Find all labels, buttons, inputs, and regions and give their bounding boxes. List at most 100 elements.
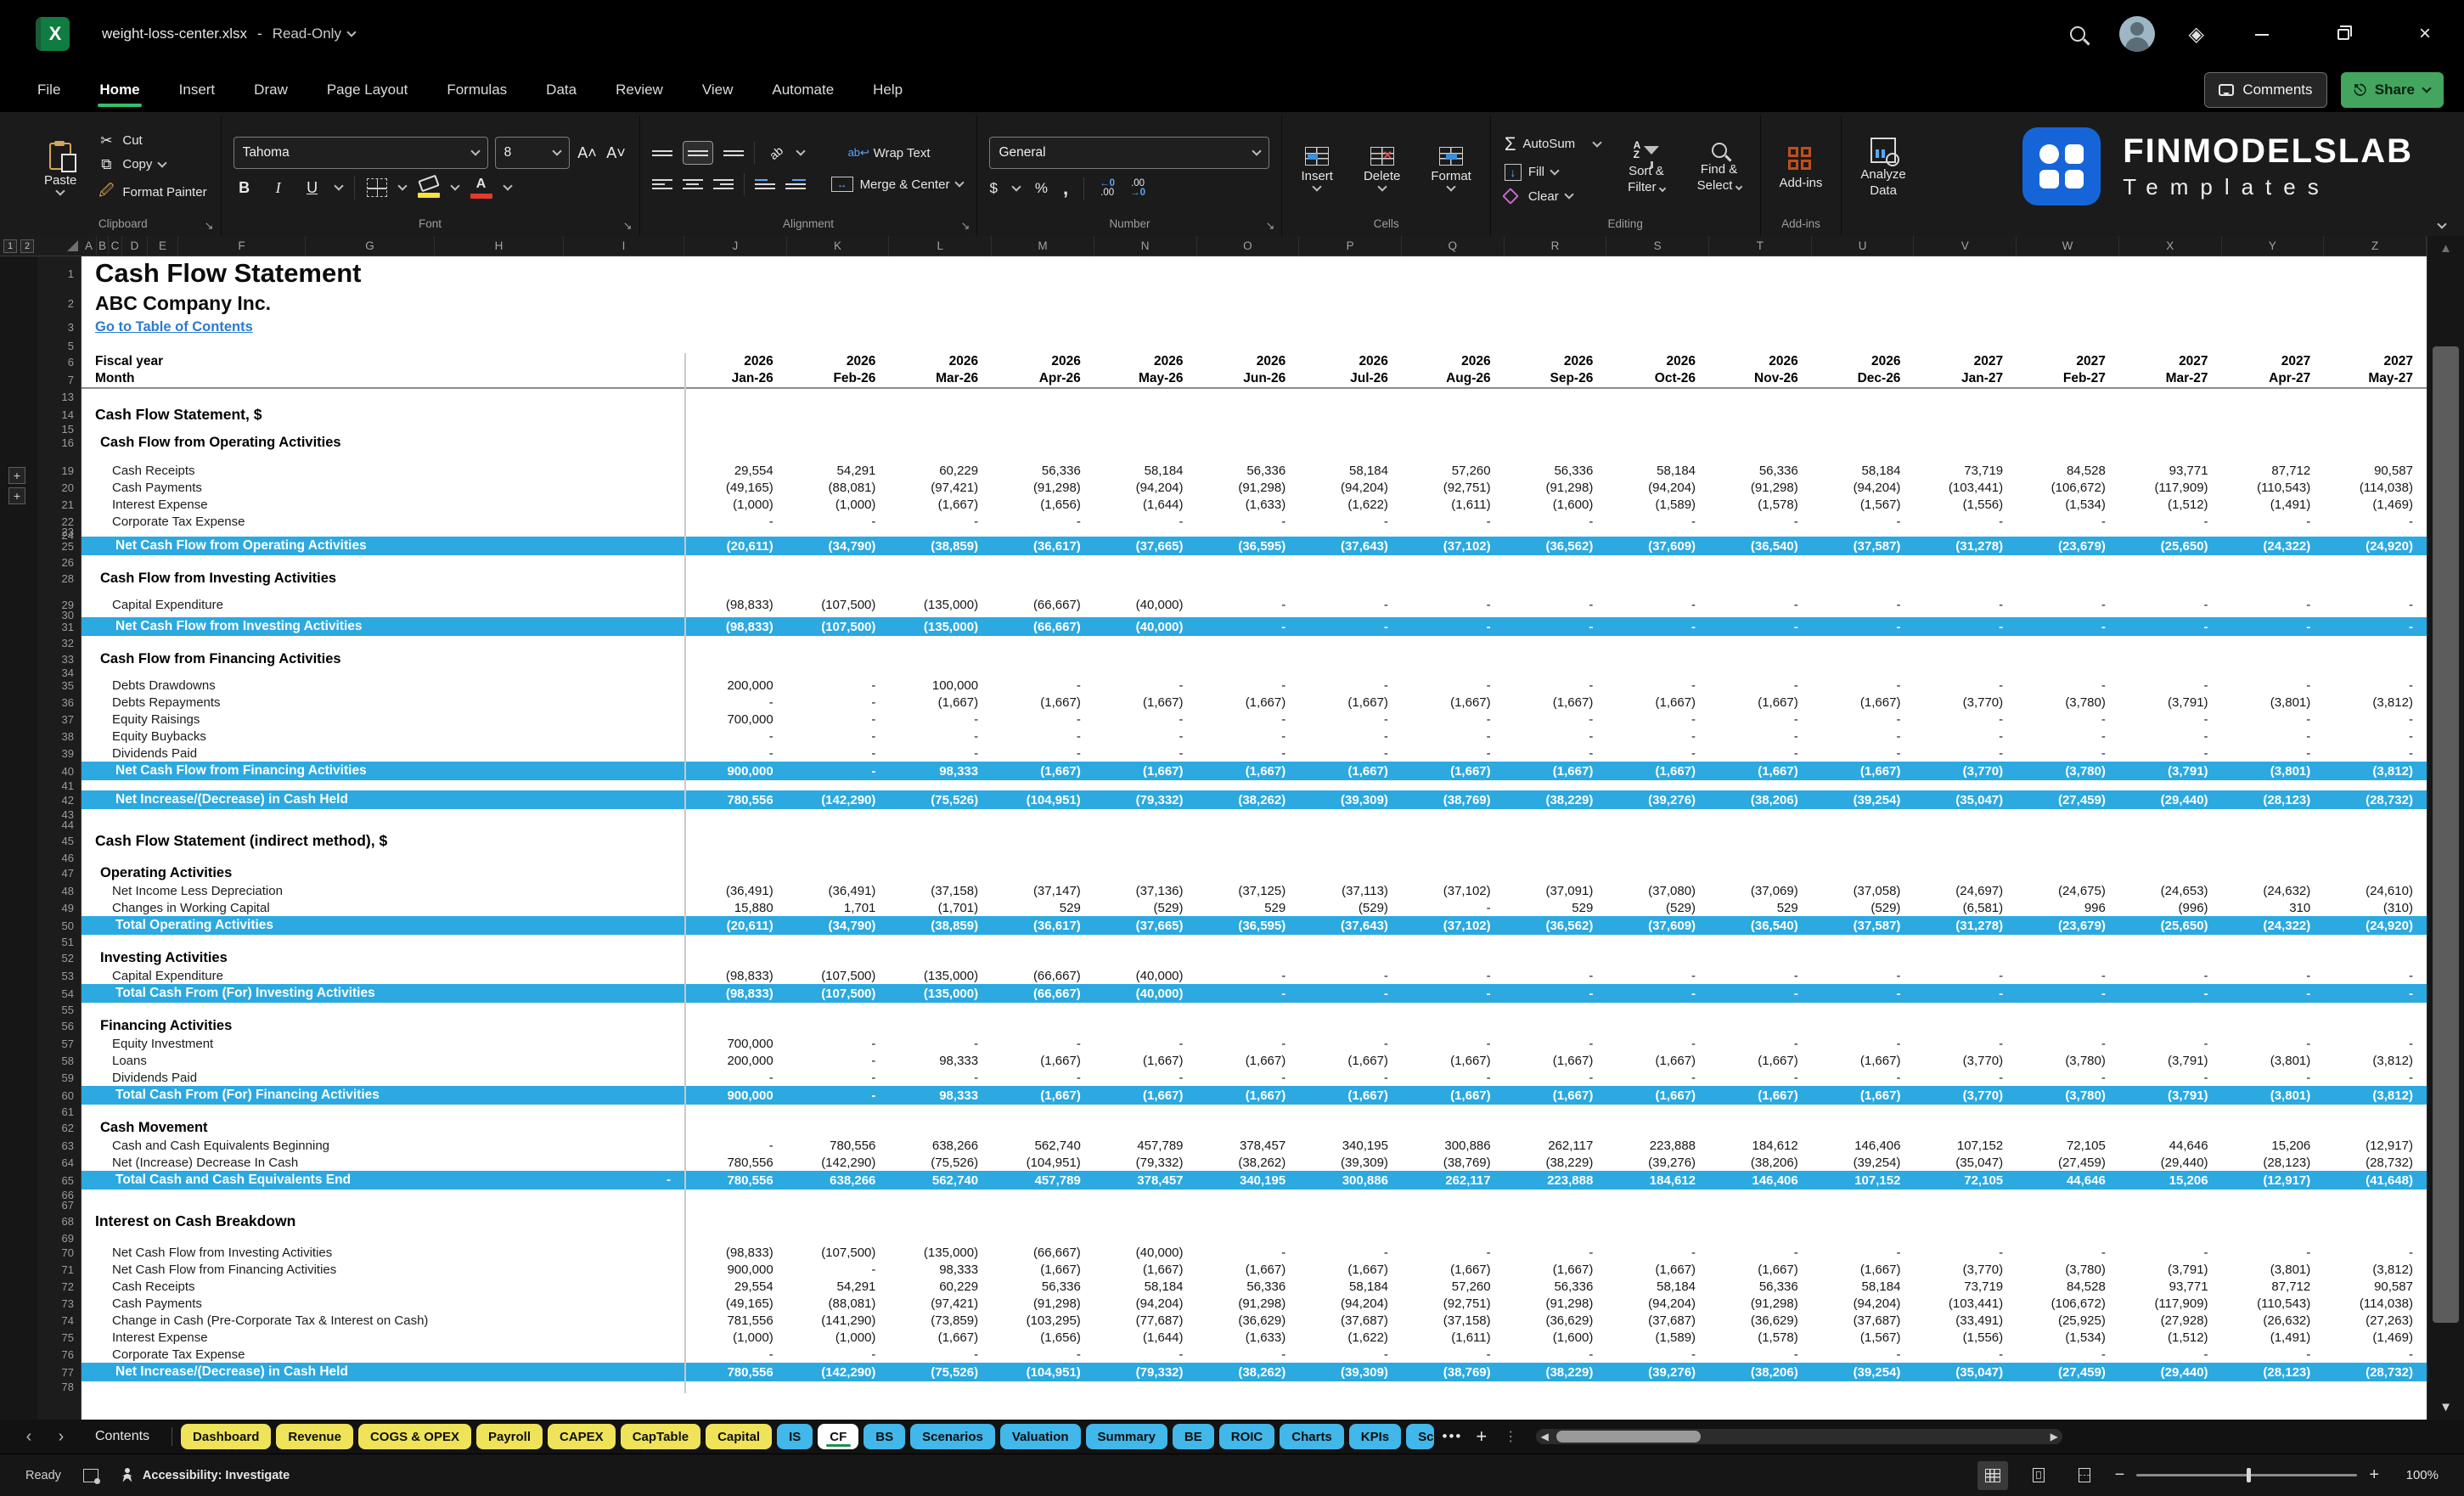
cell-r7-c5[interactable]: May-26	[1094, 371, 1197, 386]
cell-r75-c1[interactable]: (1,000)	[684, 1330, 787, 1345]
row-number-34[interactable]: 34	[37, 668, 81, 677]
row-number-14[interactable]: 14	[37, 404, 81, 425]
cell-r64-c17[interactable]: (28,732)	[2324, 1156, 2427, 1170]
row-number-41[interactable]: 41	[37, 780, 81, 790]
row-number-62[interactable]: 62	[37, 1118, 81, 1137]
tab-scroll-left-arrow[interactable]: ‹	[17, 1427, 41, 1447]
cell-r29-c8[interactable]: -	[1402, 598, 1505, 612]
menu-tab-home[interactable]: Home	[98, 75, 141, 105]
menu-tab-data[interactable]: Data	[544, 75, 578, 105]
comma-format-button[interactable]: ,	[1063, 177, 1068, 200]
cell-r74-c16[interactable]: (26,632)	[2222, 1313, 2325, 1328]
row-number-25[interactable]: 25	[37, 537, 81, 555]
sheet-tab-payroll[interactable]: Payroll	[476, 1424, 543, 1449]
fill-color-button[interactable]	[418, 177, 440, 198]
cell-r7-c15[interactable]: Mar-27	[2119, 371, 2222, 386]
cell-r76-c3[interactable]: -	[889, 1347, 992, 1362]
select-all-triangle[interactable]	[67, 240, 78, 251]
cell-r54-c11[interactable]: -	[1709, 987, 1812, 1001]
debts-drawdowns[interactable]: Debts Drawdowns	[82, 677, 684, 694]
cell-r36-c17[interactable]: (3,812)	[2324, 695, 2427, 710]
cell-r73-c13[interactable]: (103,441)	[1914, 1296, 2017, 1311]
cell-r42-c1[interactable]: 780,556	[684, 793, 787, 807]
cell-r31-c14[interactable]: -	[2017, 620, 2119, 634]
sheet-tab-summary[interactable]: Summary	[1086, 1424, 1167, 1449]
cell-r73-c1[interactable]: (49,165)	[684, 1296, 787, 1311]
cell-r37-c14[interactable]: -	[2017, 712, 2119, 727]
cell-r50-c4[interactable]: (36,617)	[992, 919, 1094, 933]
cell-r77-c17[interactable]: (28,732)	[2324, 1365, 2427, 1380]
cell-r63-c3[interactable]: 638,266	[889, 1139, 992, 1153]
cell-r6-c6[interactable]: 2026	[1197, 354, 1300, 369]
cell-r75-c17[interactable]: (1,469)	[2324, 1330, 2427, 1345]
cell-r77-c15[interactable]: (29,440)	[2119, 1365, 2222, 1380]
cell-r50-c5[interactable]: (37,665)	[1094, 919, 1197, 933]
cell-r59-c8[interactable]: -	[1402, 1071, 1505, 1085]
cell-r22-c16[interactable]: -	[2222, 515, 2325, 529]
cell-r58-c5[interactable]: (1,667)	[1094, 1054, 1197, 1068]
cell-r70-c9[interactable]: -	[1505, 1246, 1607, 1260]
cell-r39-c16[interactable]: -	[2222, 746, 2325, 761]
cash-receipts[interactable]: Cash Receipts	[82, 1278, 684, 1295]
cell-r37-c7[interactable]: -	[1299, 712, 1402, 727]
cell-r77-c1[interactable]: 780,556	[684, 1365, 787, 1380]
cell-r54-c6[interactable]: -	[1197, 987, 1300, 1001]
cash-movement[interactable]: Cash Movement	[82, 1118, 684, 1137]
cell-r54-c16[interactable]: -	[2222, 987, 2325, 1001]
cell-r39-c4[interactable]: -	[992, 746, 1094, 761]
cell-r19-c4[interactable]: 56,336	[992, 464, 1094, 478]
cell-r36-c7[interactable]: (1,667)	[1299, 695, 1402, 710]
minimize-button[interactable]	[2238, 22, 2286, 46]
cell-r72-c9[interactable]: 56,336	[1505, 1279, 1607, 1294]
number-dialog-launcher[interactable]: ↘	[1266, 219, 1275, 233]
cell-r35-c14[interactable]: -	[2017, 678, 2119, 693]
cell-r31-c7[interactable]: -	[1299, 620, 1402, 634]
cell-r76-c13[interactable]: -	[1914, 1347, 2017, 1362]
share-button[interactable]: ⎋ Share	[2341, 72, 2444, 108]
cell-r6-c10[interactable]: 2026	[1606, 354, 1709, 369]
sheet-tab-sc[interactable]: Sc	[1406, 1424, 1433, 1449]
cell-r72-c8[interactable]: 57,260	[1402, 1279, 1505, 1294]
cell-r39-c6[interactable]: -	[1197, 746, 1300, 761]
cell-r65-c11[interactable]: 146,406	[1709, 1173, 1812, 1188]
cell-r73-c2[interactable]: (88,081)	[787, 1296, 890, 1311]
cell-r6-c8[interactable]: 2026	[1402, 354, 1505, 369]
cell-r49-c4[interactable]: 529	[992, 901, 1094, 915]
cell-r74-c14[interactable]: (25,925)	[2017, 1313, 2119, 1328]
cell-r49-c9[interactable]: 529	[1505, 901, 1607, 915]
cell-r22-c2[interactable]: -	[787, 515, 890, 529]
cell-r70-c5[interactable]: (40,000)	[1094, 1246, 1197, 1260]
column-header-M[interactable]: M	[992, 236, 1094, 256]
sheet-tab-charts[interactable]: Charts	[1280, 1424, 1344, 1449]
cell-r58-c12[interactable]: (1,667)	[1812, 1054, 1915, 1068]
column-header-Y[interactable]: Y	[2222, 236, 2325, 256]
column-header-L[interactable]: L	[889, 236, 992, 256]
row-number-76[interactable]: 76	[37, 1346, 81, 1363]
cell-r60-c8[interactable]: (1,667)	[1402, 1088, 1505, 1103]
cell-r50-c15[interactable]: (25,650)	[2119, 919, 2222, 933]
cell-r35-c2[interactable]: -	[787, 678, 890, 693]
cell-r65-c7[interactable]: 300,886	[1299, 1173, 1402, 1188]
cell-r20-c3[interactable]: (97,421)	[889, 481, 992, 495]
cell-r70-c10[interactable]: -	[1606, 1246, 1709, 1260]
cell-r75-c13[interactable]: (1,556)	[1914, 1330, 2017, 1345]
cell-r25-c6[interactable]: (36,595)	[1197, 539, 1300, 554]
cell-r49-c16[interactable]: 310	[2222, 901, 2325, 915]
cell-r49-c13[interactable]: (6,581)	[1914, 901, 2017, 915]
column-header-G[interactable]: G	[306, 236, 435, 256]
cell-r77-c14[interactable]: (27,459)	[2017, 1365, 2119, 1380]
cell-r7-c4[interactable]: Apr-26	[992, 371, 1094, 386]
cell-r60-c14[interactable]: (3,780)	[2017, 1088, 2119, 1103]
font-family-select[interactable]: Tahoma	[233, 137, 488, 169]
row-number-64[interactable]: 64	[37, 1154, 81, 1171]
cell-r63-c6[interactable]: 378,457	[1197, 1139, 1300, 1153]
page-break-view-button[interactable]	[2069, 1461, 2100, 1490]
cell-r6-c4[interactable]: 2026	[992, 354, 1094, 369]
cell-r35-c5[interactable]: -	[1094, 678, 1197, 693]
cell-r74-c10[interactable]: (37,687)	[1606, 1313, 1709, 1328]
cell-r39-c14[interactable]: -	[2017, 746, 2119, 761]
cell-r71-c10[interactable]: (1,667)	[1606, 1263, 1709, 1277]
row-number-21[interactable]: 21	[37, 496, 81, 513]
cell-r54-c2[interactable]: (107,500)	[787, 987, 890, 1001]
cell-r64-c8[interactable]: (38,769)	[1402, 1156, 1505, 1170]
